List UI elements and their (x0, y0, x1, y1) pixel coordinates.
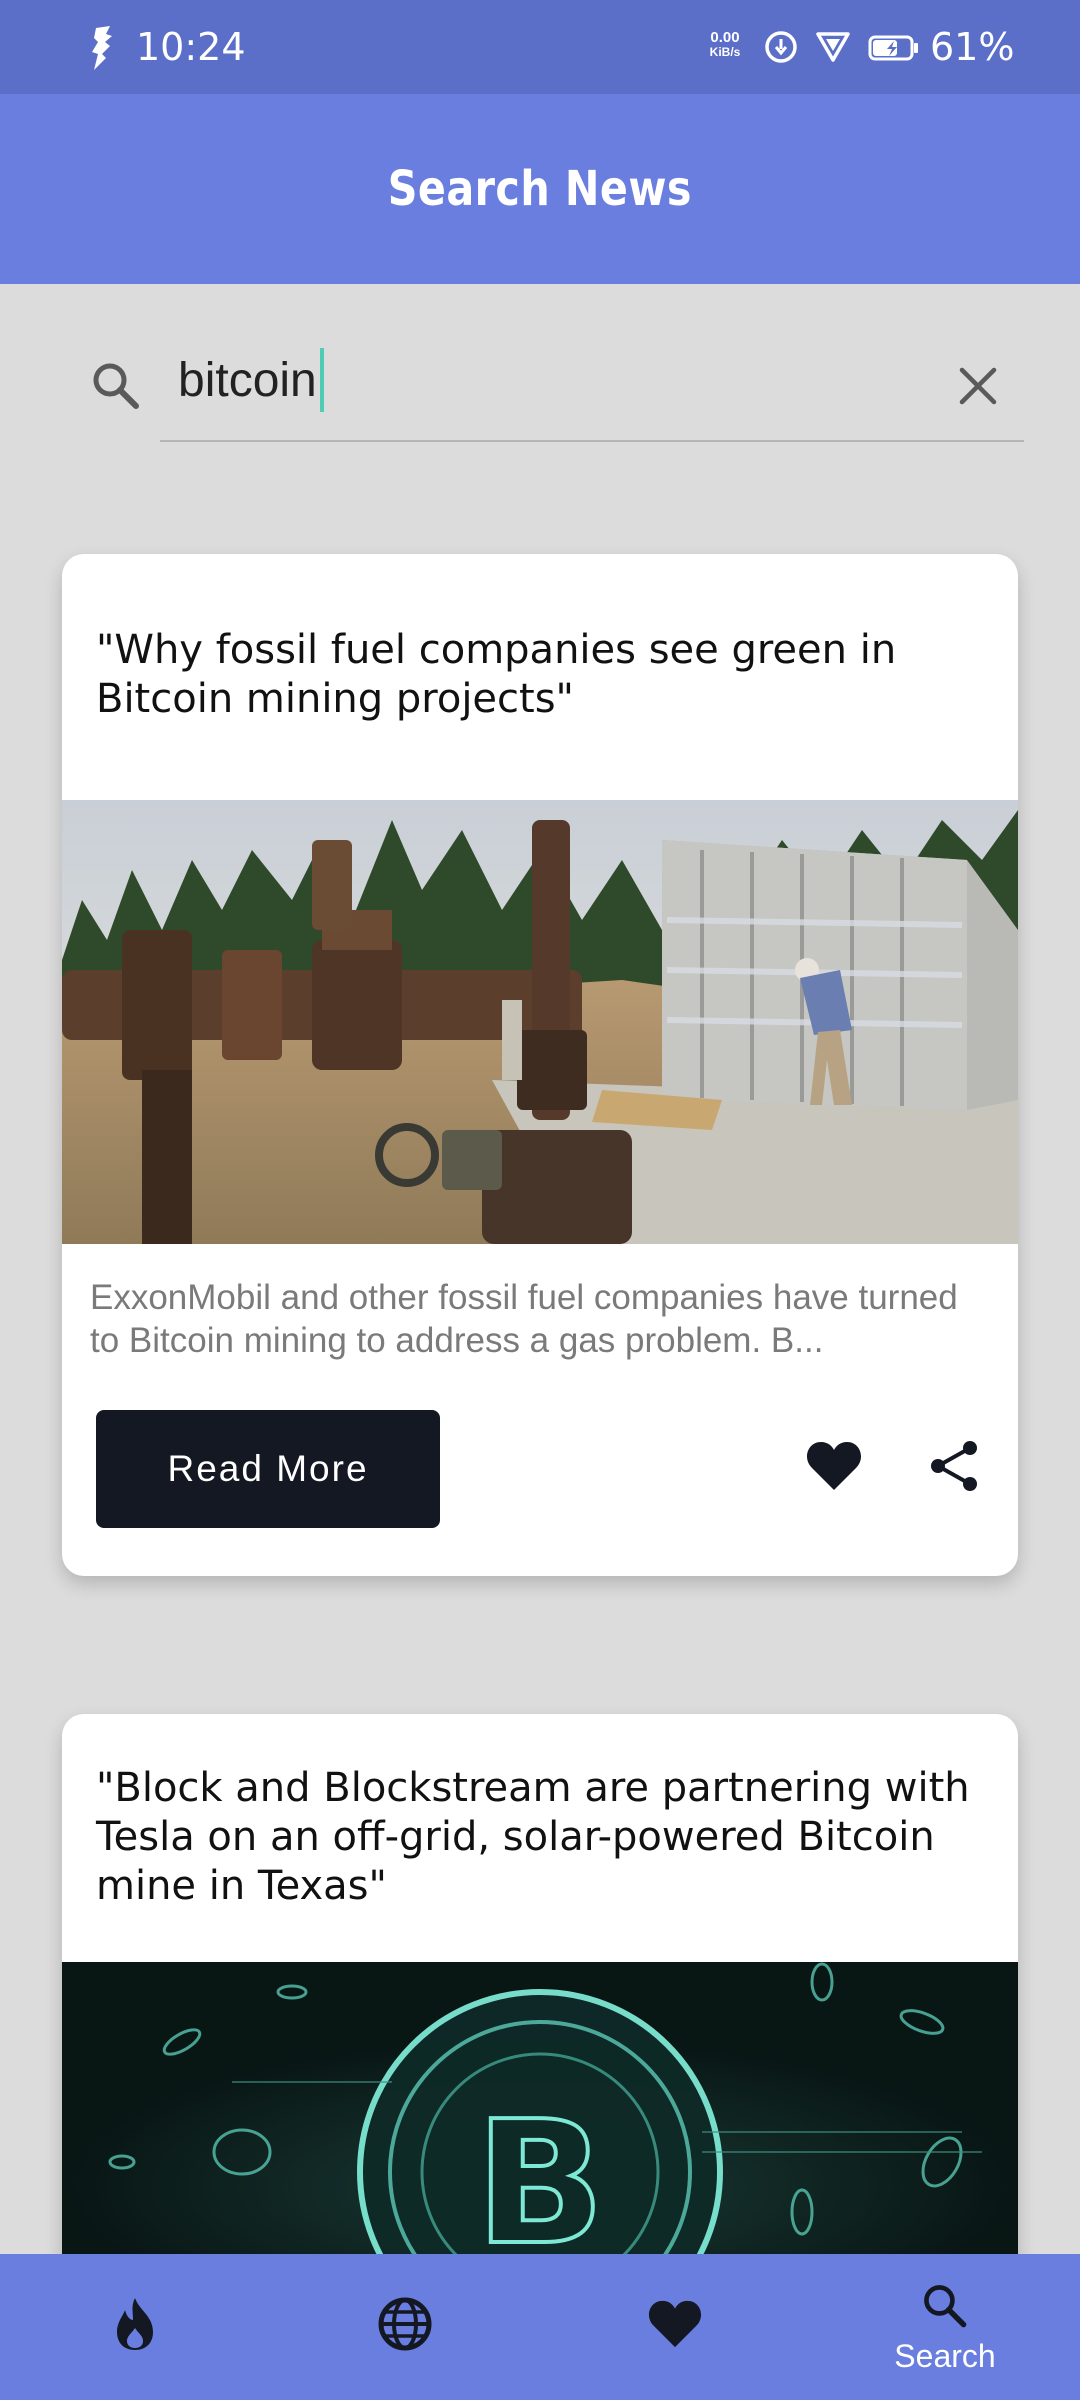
share-icon[interactable] (924, 1436, 984, 1496)
status-bar: 10:24 0.00 KiB/s 61% (0, 0, 1080, 94)
battery-icon (868, 35, 918, 61)
article-title: "Block and Blockstream are partnering wi… (96, 1765, 970, 1909)
svg-text:B: B (475, 2085, 605, 2262)
nav-item-world[interactable] (270, 2254, 540, 2400)
network-speed: 0.00 KiB/s (709, 29, 741, 59)
search-icon (93, 363, 139, 409)
page-title: Search News (387, 161, 693, 217)
search-icon (924, 2284, 967, 2327)
bottom-navigation: Search (0, 2254, 1080, 2400)
favorite-heart-icon[interactable] (804, 1436, 864, 1496)
search-underline (160, 440, 1024, 442)
vpn-icon (816, 32, 850, 62)
article-card[interactable]: "Why fossil fuel companies see green in … (62, 554, 1018, 1576)
nav-item-trending[interactable] (0, 2254, 270, 2400)
clear-search-icon[interactable] (952, 360, 1004, 412)
article-image[interactable]: B (62, 1962, 1018, 2262)
article-summary: ExxonMobil and other fossil fuel compani… (90, 1278, 958, 1360)
flame-icon (117, 2298, 153, 2350)
text-cursor (320, 348, 324, 412)
search-input[interactable] (178, 340, 938, 420)
search-bar (88, 340, 1024, 444)
app-logo-icon (92, 26, 112, 70)
data-saver-icon (765, 31, 797, 63)
status-time: 10:24 (136, 25, 246, 69)
nav-label-search: Search (894, 2337, 996, 2374)
nav-item-favorites[interactable] (540, 2254, 810, 2400)
article-image[interactable] (62, 800, 1018, 1244)
battery-percent: 61% (930, 25, 1015, 69)
article-title: "Why fossil fuel companies see green in … (96, 627, 897, 722)
globe-icon (378, 2297, 432, 2351)
read-more-button[interactable]: Read More (96, 1410, 440, 1528)
nav-item-search[interactable]: Search (810, 2254, 1080, 2400)
heart-icon (648, 2300, 702, 2348)
app-header: Search News (0, 94, 1080, 284)
